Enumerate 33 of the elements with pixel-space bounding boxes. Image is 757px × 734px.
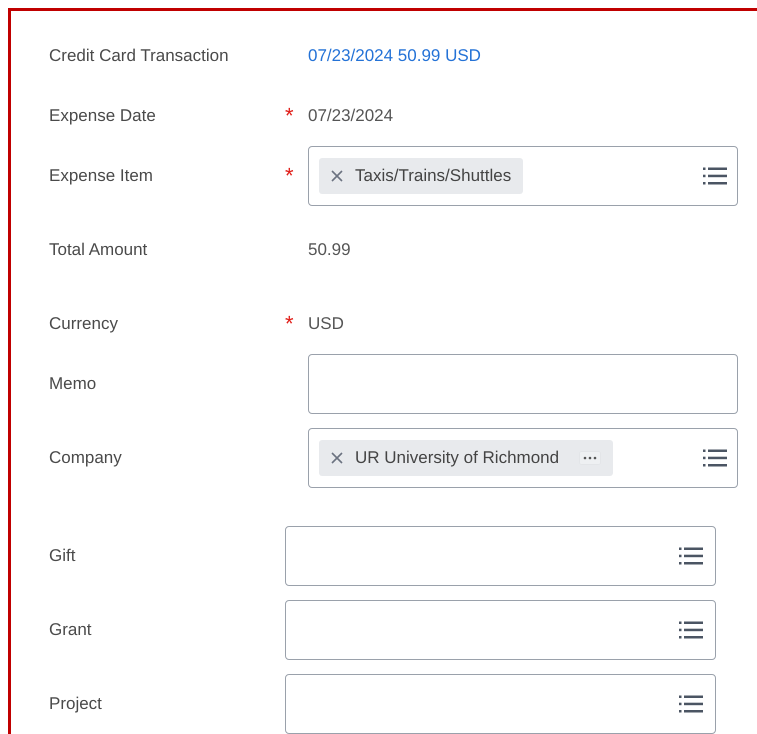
list-icon[interactable] — [703, 166, 727, 186]
remove-icon[interactable] — [331, 170, 343, 182]
list-icon[interactable] — [679, 694, 703, 714]
field-label: Expense Item — [49, 166, 154, 186]
field-value: 07/23/2024 — [308, 106, 394, 126]
list-icon[interactable] — [679, 620, 703, 640]
field-label: Grant — [49, 620, 93, 640]
field-label: Project — [49, 694, 103, 714]
field-label: Expense Date — [49, 106, 157, 126]
transaction-link[interactable]: 07/23/2024 50.99 USD — [308, 46, 481, 66]
list-icon[interactable] — [679, 546, 703, 566]
multiselect-field[interactable]: UR University of Richmond — [308, 428, 738, 488]
field-label: Memo — [49, 374, 98, 394]
prompt-field[interactable] — [285, 674, 716, 734]
selected-token[interactable]: UR University of Richmond — [319, 440, 614, 476]
required-marker: * — [285, 310, 294, 336]
field-label: Currency — [49, 314, 119, 334]
list-icon[interactable] — [703, 448, 727, 468]
more-icon[interactable] — [579, 451, 602, 465]
field-label: Total Amount — [49, 240, 148, 260]
field-label: Company — [49, 448, 123, 468]
selected-token[interactable]: Taxis/Trains/Shuttles — [319, 158, 524, 194]
field-value: 50.99 — [308, 240, 351, 260]
remove-icon[interactable] — [331, 452, 343, 464]
multiselect-field[interactable]: Taxis/Trains/Shuttles — [308, 146, 738, 206]
field-value: USD — [308, 314, 344, 334]
required-marker: * — [285, 162, 294, 188]
prompt-field[interactable] — [285, 526, 716, 586]
required-marker: * — [285, 102, 294, 128]
prompt-field[interactable] — [285, 600, 716, 660]
field-label: Gift — [49, 546, 76, 566]
field-label: Credit Card Transaction — [49, 46, 230, 66]
memo-field[interactable] — [308, 354, 738, 414]
